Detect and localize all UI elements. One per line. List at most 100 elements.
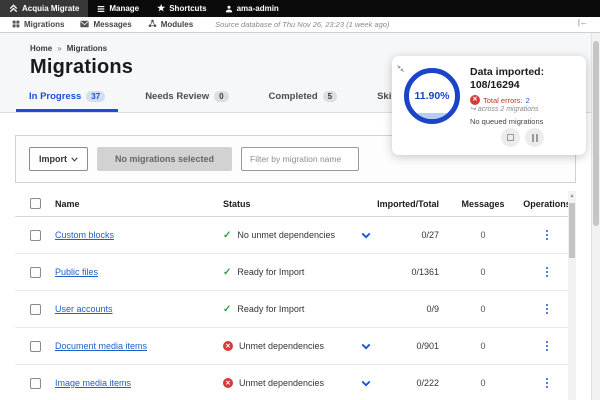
select-all-checkbox[interactable]	[29, 198, 41, 209]
imported-total-value: 0/9	[426, 304, 439, 314]
page-scrollbar[interactable]	[591, 33, 600, 400]
user-icon	[225, 5, 233, 13]
error-icon: ✕	[470, 95, 480, 106]
status-ok-icon: ✓	[223, 303, 232, 315]
migration-name-link[interactable]: Public files	[55, 267, 98, 277]
operations-menu-button[interactable]	[542, 228, 553, 243]
grid-icon	[12, 20, 20, 30]
chevron-down-icon	[71, 154, 78, 164]
migration-name-link[interactable]: Custom blocks	[55, 230, 114, 240]
modules-label: Modules	[160, 20, 194, 29]
secondary-toolbar: Migrations Messages Modules Source datab…	[0, 17, 600, 33]
tab-count-badge: 37	[86, 91, 106, 102]
tab-label: Needs Review	[145, 91, 210, 102]
expand-row-button[interactable]	[361, 232, 371, 239]
toolbar-item-modules[interactable]: Modules	[140, 17, 201, 32]
no-migrations-selected-button: No migrations selected	[97, 147, 233, 171]
row-checkbox[interactable]	[29, 377, 41, 389]
table-row: Image media items ✕ Unmet dependencies 0/22…	[15, 365, 576, 400]
row-checkbox[interactable]	[29, 303, 41, 315]
scroll-up-arrow[interactable]: ▲	[568, 191, 576, 201]
table-row: User accounts ✓ Ready for Import 0/9 0	[15, 291, 576, 328]
user-menu-item[interactable]: ama-admin	[216, 0, 288, 17]
table-row: Document media items ✕ Unmet dependencies 0…	[15, 328, 576, 365]
breadcrumb-current-link[interactable]: Migrations	[67, 44, 107, 53]
expand-row-button[interactable]	[361, 380, 371, 387]
total-errors-count-link[interactable]: 2	[526, 96, 530, 105]
manage-label: Manage	[109, 4, 140, 13]
status-label: Ready for Import	[237, 267, 305, 277]
collapse-card-icon[interactable]	[396, 60, 405, 78]
tab-in-progress[interactable]: In Progress 37	[16, 89, 119, 112]
shortcuts-menu-item[interactable]: ★ Shortcuts	[148, 0, 215, 17]
table-header-row: Name Status Imported/Total Messages Oper…	[15, 191, 576, 217]
data-imported-fraction: 108/16294	[470, 79, 520, 92]
admin-toolbar: Acquia Migrate Manage ★ Shortcuts ama-ad…	[0, 0, 600, 17]
pause-import-button[interactable]	[525, 128, 545, 148]
status-error-icon: ✕	[223, 378, 233, 388]
tab-count-badge: 0	[214, 91, 229, 102]
operations-menu-button[interactable]	[542, 265, 553, 280]
status-label: No unmet dependencies	[237, 230, 335, 240]
row-checkbox[interactable]	[29, 340, 41, 352]
migrations-table: Name Status Imported/Total Messages Oper…	[15, 191, 576, 400]
app-window: Acquia Migrate Manage ★ Shortcuts ama-ad…	[0, 0, 600, 400]
tab-label: Completed	[268, 91, 318, 102]
tab-completed[interactable]: Completed 5	[256, 89, 351, 112]
migration-filter-input[interactable]	[241, 147, 360, 171]
user-label: ama-admin	[236, 4, 279, 13]
column-header-imported: Imported/Total	[377, 198, 439, 209]
tray-collapse-icon[interactable]: |←	[578, 18, 588, 27]
breadcrumb-home-link[interactable]: Home	[30, 44, 52, 53]
toolbar-item-messages[interactable]: Messages	[72, 17, 139, 32]
operations-menu-button[interactable]	[542, 302, 553, 317]
status-ok-icon: ✓	[223, 266, 232, 278]
table-row: Custom blocks ✓ No unmet dependencies 0/27 0	[15, 217, 576, 254]
pause-icon	[531, 133, 538, 142]
operations-menu-button[interactable]	[542, 339, 553, 354]
imported-total-value: 0/27	[421, 230, 439, 240]
stop-import-button[interactable]	[501, 128, 521, 148]
star-icon: ★	[157, 3, 166, 13]
messages-count: 0	[480, 230, 486, 240]
import-progress-card: 11.90% Data imported: 108/16294 ✕ Total …	[392, 56, 586, 156]
progress-ring: 11.90%	[404, 68, 460, 124]
status-label: Unmet dependencies	[239, 341, 325, 351]
operations-menu-button[interactable]	[542, 376, 553, 391]
migration-name-link[interactable]: Document media items	[55, 341, 147, 351]
migration-name-link[interactable]: User accounts	[55, 304, 113, 314]
imported-total-value: 0/901	[416, 341, 439, 351]
envelope-icon	[80, 20, 90, 30]
acquia-logo-icon	[9, 4, 18, 13]
page-scrollbar-thumb[interactable]	[593, 41, 599, 226]
content-area: Import No migrations selected Name Statu…	[0, 113, 591, 400]
messages-count: 0	[480, 304, 486, 314]
stop-icon	[507, 134, 515, 142]
table-scrollbar-thumb[interactable]	[569, 203, 575, 258]
brand-menu-item[interactable]: Acquia Migrate	[0, 0, 89, 17]
status-label: Unmet dependencies	[239, 378, 325, 388]
hamburger-icon	[97, 5, 105, 13]
migration-name-link[interactable]: Image media items	[55, 378, 131, 388]
expand-row-button[interactable]	[361, 343, 371, 350]
imported-total-value: 0/1361	[411, 267, 439, 277]
row-checkbox[interactable]	[29, 229, 41, 241]
row-checkbox[interactable]	[29, 266, 41, 278]
manage-menu-item[interactable]: Manage	[88, 0, 148, 17]
status-label: Ready for Import	[237, 304, 305, 314]
progress-percent: 11.90%	[414, 90, 450, 102]
table-scrollbar[interactable]: ▲	[568, 191, 576, 400]
import-dropdown-button[interactable]: Import	[29, 147, 88, 171]
total-errors-label: Total errors:	[483, 95, 523, 105]
errors-scope-note: ↪ across 2 migrations	[470, 106, 539, 114]
messages-count: 0	[480, 341, 486, 351]
tab-label: In Progress	[29, 91, 82, 102]
breadcrumb: Home » Migrations	[30, 44, 591, 53]
toolbar-item-migrations[interactable]: Migrations	[4, 17, 72, 32]
tab-needs-review[interactable]: Needs Review 0	[132, 89, 241, 112]
imported-total-value: 0/222	[416, 378, 439, 388]
column-header-messages: Messages	[461, 198, 505, 209]
source-database-note: Source database of Thu Nov 26, 23:23 (1 …	[215, 20, 390, 29]
shortcuts-label: Shortcuts	[169, 4, 207, 13]
messages-count: 0	[480, 267, 486, 277]
